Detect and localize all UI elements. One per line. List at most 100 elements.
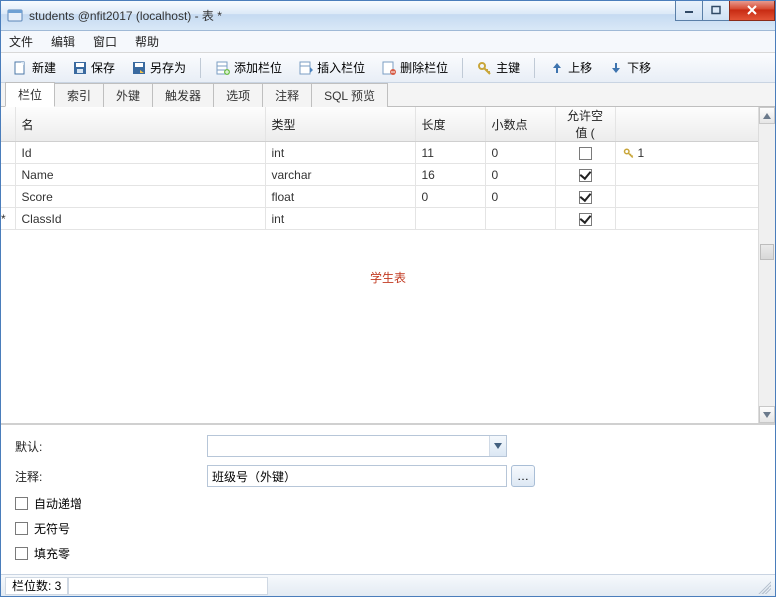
resize-grip-icon[interactable] (755, 578, 771, 594)
col-len[interactable]: 长度 (415, 107, 485, 142)
tab-sqlpreview[interactable]: SQL 预览 (311, 83, 388, 107)
delcol-icon (381, 60, 397, 76)
cell-type[interactable]: int (265, 142, 415, 164)
cell-dec[interactable]: 0 (485, 186, 555, 208)
cell-name[interactable]: Score (15, 186, 265, 208)
tb-insertcol[interactable]: 插入栏位 (292, 56, 371, 79)
chevron-down-icon[interactable] (489, 436, 506, 456)
zerofill-checkbox[interactable] (15, 547, 28, 560)
tabbar: 栏位 索引 外键 触发器 选项 注释 SQL 预览 (1, 83, 775, 107)
up-icon (549, 60, 565, 76)
tb-down[interactable]: 下移 (602, 56, 657, 79)
table-row[interactable]: Idint110 1 (1, 142, 775, 164)
cell-type[interactable]: int (265, 208, 415, 230)
col-dec[interactable]: 小数点 (485, 107, 555, 142)
table-row[interactable]: Scorefloat00 (1, 186, 775, 208)
default-label: 默认: (15, 438, 207, 455)
comment-input[interactable]: 班级号（外键） (207, 465, 507, 487)
columns-grid-wrap: 名 类型 长度 小数点 允许空值 ( Idint1101Namevarchar1… (1, 107, 775, 424)
cell-pk[interactable] (615, 186, 775, 208)
cell-name[interactable]: Id (15, 142, 265, 164)
cell-len[interactable]: 11 (415, 142, 485, 164)
cell-name[interactable]: Name (15, 164, 265, 186)
separator (462, 58, 463, 78)
status-spacer (68, 577, 268, 595)
save-icon (72, 60, 88, 76)
null-checkbox[interactable] (579, 191, 592, 204)
col-marker (1, 107, 15, 142)
null-checkbox[interactable] (579, 213, 592, 226)
close-button[interactable] (729, 1, 775, 21)
autoinc-checkbox[interactable] (15, 497, 28, 510)
cell-null[interactable] (555, 142, 615, 164)
scroll-up-icon[interactable] (759, 107, 775, 124)
columns-grid[interactable]: 名 类型 长度 小数点 允许空值 ( Idint1101Namevarchar1… (1, 107, 775, 230)
table-row[interactable]: *ClassIdint (1, 208, 775, 230)
statusbar: 栏位数: 3 (1, 574, 775, 596)
row-marker: * (1, 208, 15, 230)
cell-len[interactable]: 16 (415, 164, 485, 186)
tb-up[interactable]: 上移 (543, 56, 598, 79)
tab-fks[interactable]: 外键 (103, 83, 153, 107)
null-checkbox[interactable] (579, 147, 592, 160)
cell-dec[interactable]: 0 (485, 164, 555, 186)
scroll-track[interactable] (759, 124, 775, 406)
comment-ellipsis-button[interactable]: … (511, 465, 535, 487)
cell-dec[interactable]: 0 (485, 142, 555, 164)
addcol-icon (215, 60, 231, 76)
cell-len[interactable]: 0 (415, 186, 485, 208)
autoinc-label: 自动递增 (34, 495, 82, 512)
cell-dec[interactable] (485, 208, 555, 230)
cell-type[interactable]: varchar (265, 164, 415, 186)
window-buttons (676, 1, 775, 21)
saveas-icon (131, 60, 147, 76)
tb-addcol[interactable]: 添加栏位 (209, 56, 288, 79)
tab-options[interactable]: 选项 (213, 83, 263, 107)
tb-save[interactable]: 保存 (66, 56, 121, 79)
app-window: students @nfit2017 (localhost) - 表 * 文件 … (0, 0, 776, 597)
titlebar[interactable]: students @nfit2017 (localhost) - 表 * (1, 1, 775, 31)
col-null[interactable]: 允许空值 ( (555, 107, 615, 142)
grid-header-row: 名 类型 长度 小数点 允许空值 ( (1, 107, 775, 142)
table-caption: 学生表 (1, 269, 775, 286)
cell-pk[interactable] (615, 164, 775, 186)
tab-columns[interactable]: 栏位 (5, 82, 55, 107)
separator (534, 58, 535, 78)
cell-len[interactable] (415, 208, 485, 230)
unsigned-checkbox[interactable] (15, 522, 28, 535)
menu-window[interactable]: 窗口 (93, 33, 117, 50)
tb-delcol[interactable]: 删除栏位 (375, 56, 454, 79)
table-row[interactable]: Namevarchar160 (1, 164, 775, 186)
scroll-thumb[interactable] (760, 244, 774, 260)
cell-type[interactable]: float (265, 186, 415, 208)
cell-name[interactable]: ClassId (15, 208, 265, 230)
down-icon (608, 60, 624, 76)
cell-pk[interactable]: 1 (615, 142, 775, 164)
col-name[interactable]: 名 (15, 107, 265, 142)
scroll-down-icon[interactable] (759, 406, 775, 423)
cell-null[interactable] (555, 208, 615, 230)
menu-file[interactable]: 文件 (9, 33, 33, 50)
tb-pk[interactable]: 主键 (471, 56, 526, 79)
col-pk[interactable] (615, 107, 775, 142)
tb-saveas[interactable]: 另存为 (125, 56, 192, 79)
tb-new[interactable]: 新建 (7, 56, 62, 79)
cell-null[interactable] (555, 164, 615, 186)
col-type[interactable]: 类型 (265, 107, 415, 142)
zerofill-label: 填充零 (34, 545, 70, 562)
unsigned-label: 无符号 (34, 520, 70, 537)
vertical-scrollbar[interactable] (758, 107, 775, 423)
null-checkbox[interactable] (579, 169, 592, 182)
cell-null[interactable] (555, 186, 615, 208)
tab-comment[interactable]: 注释 (262, 83, 312, 107)
maximize-button[interactable] (702, 1, 730, 21)
menu-help[interactable]: 帮助 (135, 33, 159, 50)
cell-pk[interactable] (615, 208, 775, 230)
menu-edit[interactable]: 编辑 (51, 33, 75, 50)
tab-triggers[interactable]: 触发器 (152, 83, 214, 107)
tab-indexes[interactable]: 索引 (54, 83, 104, 107)
primary-key-icon: 1 (622, 146, 769, 160)
minimize-button[interactable] (675, 1, 703, 21)
row-marker (1, 186, 15, 208)
default-combo[interactable] (207, 435, 507, 457)
